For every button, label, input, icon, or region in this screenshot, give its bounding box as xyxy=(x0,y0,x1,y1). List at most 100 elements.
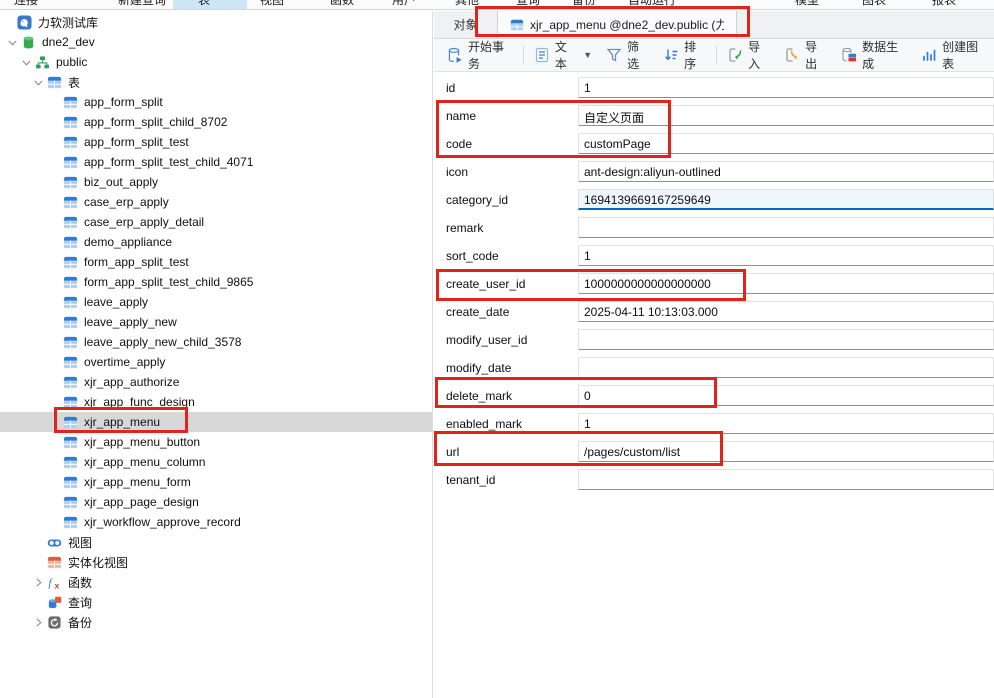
field-input-icon[interactable]: ant-design:aliyun-outlined xyxy=(578,161,994,182)
field-input-enabled_mark[interactable]: 1 xyxy=(578,413,994,434)
tree-node-node-functions[interactable]: fx函数 xyxy=(0,572,432,592)
chevron-spacer xyxy=(48,136,61,149)
field-input-id[interactable]: 1 xyxy=(578,77,994,98)
chevron-spacer xyxy=(48,156,61,169)
tree-node-table-xjr_workflow_approve_record[interactable]: xjr_workflow_approve_record xyxy=(0,512,432,532)
tree-node-table-xjr_app_menu_column[interactable]: xjr_app_menu_column xyxy=(0,452,432,472)
field-input-url[interactable]: /pages/custom/list xyxy=(578,441,994,462)
main-toolbar-item[interactable]: 查询 xyxy=(516,0,540,8)
chevron-right-icon[interactable] xyxy=(32,616,45,629)
main-toolbar-item[interactable]: 备份 xyxy=(572,0,596,8)
field-input-code[interactable]: customPage xyxy=(578,133,994,154)
tree-node-label: case_erp_apply_detail xyxy=(84,215,204,229)
field-input-sort_code[interactable]: 1 xyxy=(578,245,994,266)
tree-node-table-xjr_app_authorize[interactable]: xjr_app_authorize xyxy=(0,372,432,392)
tree-node-node-backups[interactable]: 备份 xyxy=(0,612,432,632)
tree-node-table-app_form_split_child_8702[interactable]: app_form_split_child_8702 xyxy=(0,112,432,132)
tab-xjr-app-menu[interactable]: xjr_app_menu @dne2_dev.public (力... xyxy=(497,11,737,38)
tab-objects[interactable]: 对象 xyxy=(434,11,497,38)
tree-node-table-form_app_split_test_child_9865[interactable]: form_app_split_test_child_9865 xyxy=(0,272,432,292)
table-icon xyxy=(63,435,78,450)
field-input-modify_date[interactable] xyxy=(578,357,994,378)
tree-node-table-demo_appliance[interactable]: demo_appliance xyxy=(0,232,432,252)
tree-node-node-queries[interactable]: 查询 xyxy=(0,592,432,612)
create-chart-button[interactable]: 创建图表 xyxy=(914,42,994,68)
main-toolbar-item[interactable]: 其他 xyxy=(455,0,479,8)
field-row-delete_mark: delete_mark 0 xyxy=(434,382,994,410)
postgres-icon xyxy=(17,15,32,30)
main-toolbar-item[interactable]: 自动运行 xyxy=(628,0,676,8)
chevron-right-icon[interactable] xyxy=(32,576,45,589)
field-input-modify_user_id[interactable] xyxy=(578,329,994,350)
main-toolbar-item[interactable]: 表 xyxy=(198,0,210,8)
field-input-delete_mark[interactable]: 0 xyxy=(578,385,994,406)
tree-node-table-leave_apply[interactable]: leave_apply xyxy=(0,292,432,312)
main-toolbar-item[interactable]: 连接 xyxy=(14,0,38,8)
tree-node-folder-tables[interactable]: 表 xyxy=(0,72,432,92)
chevron-spacer xyxy=(48,376,61,389)
chevron-down-icon[interactable] xyxy=(20,56,33,69)
filter-button[interactable]: 筛选 xyxy=(599,42,656,68)
field-input-category_id[interactable]: 1694139669167259649 xyxy=(578,189,994,210)
tree-node-db-dne2-dev[interactable]: dne2_dev xyxy=(0,32,432,52)
data-generation-button[interactable]: 数据生成 xyxy=(834,42,914,68)
tree-node-table-case_erp_apply_detail[interactable]: case_erp_apply_detail xyxy=(0,212,432,232)
tree-node-table-xjr_app_func_design[interactable]: xjr_app_func_design xyxy=(0,392,432,412)
begin-transaction-label: 开始事务 xyxy=(468,38,513,72)
table-icon xyxy=(63,175,78,190)
tree-node-table-biz_out_apply[interactable]: biz_out_apply xyxy=(0,172,432,192)
field-input-name[interactable]: 自定义页面 xyxy=(578,105,994,126)
tree-node-table-form_app_split_test[interactable]: form_app_split_test xyxy=(0,252,432,272)
chevron-spacer xyxy=(48,196,61,209)
chevron-down-icon[interactable] xyxy=(6,36,19,49)
tree-node-label: leave_apply xyxy=(84,295,148,309)
tree-node-label: app_form_split_test xyxy=(84,135,189,149)
tree-node-label: 函数 xyxy=(68,574,92,591)
tree-node-table-xjr_app_menu_form[interactable]: xjr_app_menu_form xyxy=(0,472,432,492)
field-input-remark[interactable] xyxy=(578,217,994,238)
begin-transaction-button[interactable]: 开始事务 xyxy=(440,42,520,68)
tree-node-node-views[interactable]: 视图 xyxy=(0,532,432,552)
tree-node-label: 表 xyxy=(68,74,80,91)
main-toolbar-item[interactable]: 视图 xyxy=(260,0,284,8)
tree-node-schema-public[interactable]: public xyxy=(0,52,432,72)
sort-button[interactable]: 排序 xyxy=(656,42,713,68)
main-toolbar-item[interactable]: 报表 xyxy=(932,0,956,8)
chevron-spacer xyxy=(32,596,45,609)
field-input-create_date[interactable]: 2025-04-11 10:13:03.000 xyxy=(578,301,994,322)
tree-node-label: xjr_workflow_approve_record xyxy=(84,515,241,529)
tree-node-table-leave_apply_new[interactable]: leave_apply_new xyxy=(0,312,432,332)
tree-node-table-leave_apply_new_child_3578[interactable]: leave_apply_new_child_3578 xyxy=(0,332,432,352)
export-button[interactable]: 导出 xyxy=(777,42,834,68)
tree-node-table-case_erp_apply[interactable]: case_erp_apply xyxy=(0,192,432,212)
main-toolbar-item[interactable]: 模型 xyxy=(795,0,819,8)
field-row-modify_date: modify_date xyxy=(434,354,994,382)
tree-node-table-app_form_split[interactable]: app_form_split xyxy=(0,92,432,112)
tree-node-connection-lisoft-test-db[interactable]: 力软测试库 xyxy=(0,12,432,32)
tree-node-table-overtime_apply[interactable]: overtime_apply xyxy=(0,352,432,372)
main-toolbar-item[interactable]: 图表 xyxy=(862,0,886,8)
field-input-create_user_id[interactable]: 1000000000000000000 xyxy=(578,273,994,294)
tree-node-table-xjr_app_page_design[interactable]: xjr_app_page_design xyxy=(0,492,432,512)
chevron-down-icon[interactable] xyxy=(32,76,45,89)
main-toolbar-item[interactable]: 新建查询 xyxy=(118,0,166,8)
table-icon xyxy=(63,475,78,490)
text-view-button[interactable]: 文本 ▼ xyxy=(527,42,599,68)
tree-node-label: xjr_app_menu_button xyxy=(84,435,200,449)
tree-node-table-app_form_split_test[interactable]: app_form_split_test xyxy=(0,132,432,152)
tree-node-table-xjr_app_menu_button[interactable]: xjr_app_menu_button xyxy=(0,432,432,452)
field-row-modify_user_id: modify_user_id xyxy=(434,326,994,354)
tree-node-table-app_form_split_test_child_4071[interactable]: app_form_split_test_child_4071 xyxy=(0,152,432,172)
table-icon xyxy=(47,75,62,90)
table-icon xyxy=(63,495,78,510)
main-toolbar-item[interactable]: 用户 xyxy=(392,0,416,8)
import-button[interactable]: 导入 xyxy=(720,42,777,68)
field-row-remark: remark xyxy=(434,214,994,242)
field-input-tenant_id[interactable] xyxy=(578,469,994,490)
tree-node-node-materialized-views[interactable]: 实体化视图 xyxy=(0,552,432,572)
table-icon xyxy=(63,335,78,350)
tree-node-table-xjr_app_menu[interactable]: xjr_app_menu xyxy=(0,412,432,432)
field-label-delete_mark: delete_mark xyxy=(446,389,512,403)
field-label-url: url xyxy=(446,445,459,459)
main-toolbar-item[interactable]: 函数 xyxy=(330,0,354,8)
